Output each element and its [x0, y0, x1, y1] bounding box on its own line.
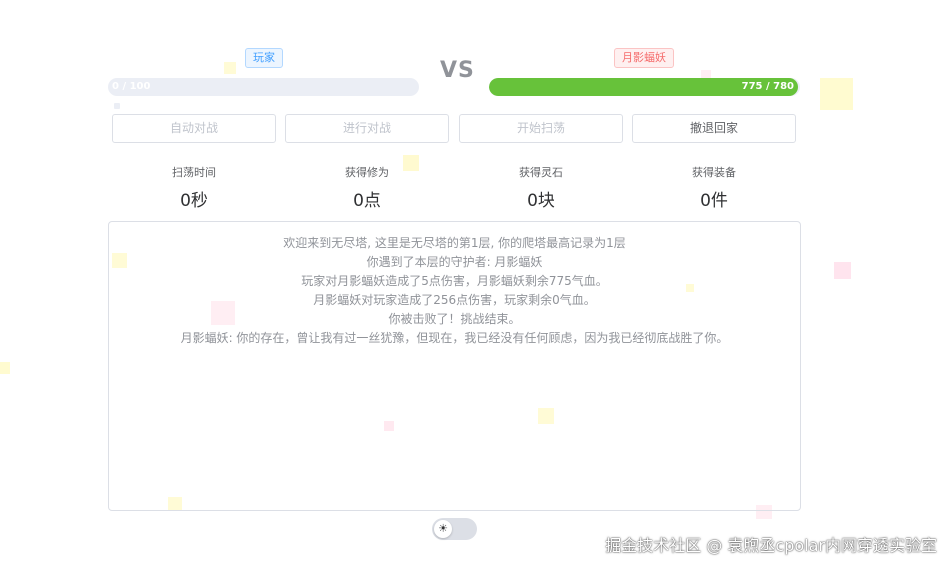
log-line: 月影蝠妖: 你的存在，曾让我有过一丝犹豫，但现在，我已经没有任何顾虑，因为我已经… [180, 331, 729, 345]
stat-sweep-time: 扫荡时间 0秒 [124, 164, 264, 211]
theme-toggle[interactable]: ☀ [432, 518, 477, 540]
retreat-home-button[interactable]: 撤退回家 [632, 114, 796, 143]
enemy-tag: 月影蝠妖 [614, 48, 674, 68]
log-line: 欢迎来到无尽塔, 这里是无尽塔的第1层, 你的爬塔最高记录为1层 [283, 236, 626, 250]
stat-equipment: 获得装备 0件 [644, 164, 784, 211]
vs-label: VS [440, 58, 475, 83]
stat-label: 获得灵石 [519, 166, 563, 179]
log-line: 你被击败了！挑战结束。 [388, 312, 521, 326]
stat-value: 0秒 [180, 191, 208, 211]
decor-square [820, 78, 853, 110]
enemy-hp-text: 775 / 780 [741, 81, 794, 92]
log-line: 你遇到了本层的守护者: 月影蝠妖 [366, 255, 543, 269]
start-sweep-button[interactable]: 开始扫荡 [459, 114, 623, 143]
decor-square [834, 262, 851, 279]
stat-spirit-stones: 获得灵石 0块 [471, 164, 611, 211]
watermark: 掘金技术社区 @ 袁煦丞cpolar内网穿透实验室 [605, 536, 937, 555]
stat-label: 获得修为 [345, 166, 389, 179]
log-line: 月影蝠妖对玩家造成了256点伤害，玩家剩余0气血。 [313, 293, 596, 307]
stat-label: 扫荡时间 [172, 166, 216, 179]
player-hp-bar: 0 / 100 [108, 78, 419, 96]
player-hp-text: 0 / 100 [112, 81, 151, 92]
log-line: 玩家对月影蝠妖造成了5点伤害，月影蝠妖剩余775气血。 [301, 274, 608, 288]
enemy-hp-bar: 775 / 780 [489, 78, 800, 96]
stat-value: 0点 [353, 191, 381, 211]
stat-value: 0件 [700, 191, 728, 211]
sun-icon: ☀ [434, 520, 452, 538]
stat-value: 0块 [527, 191, 555, 211]
player-status-dot [114, 103, 120, 109]
decor-square [224, 62, 236, 74]
auto-battle-button[interactable]: 自动对战 [112, 114, 276, 143]
stat-cultivation: 获得修为 0点 [297, 164, 437, 211]
battle-button[interactable]: 进行对战 [285, 114, 449, 143]
decor-square [0, 362, 10, 374]
stat-label: 获得装备 [692, 166, 736, 179]
battle-log[interactable]: 欢迎来到无尽塔, 这里是无尽塔的第1层, 你的爬塔最高记录为1层 你遇到了本层的… [108, 221, 801, 511]
player-tag: 玩家 [245, 48, 283, 68]
